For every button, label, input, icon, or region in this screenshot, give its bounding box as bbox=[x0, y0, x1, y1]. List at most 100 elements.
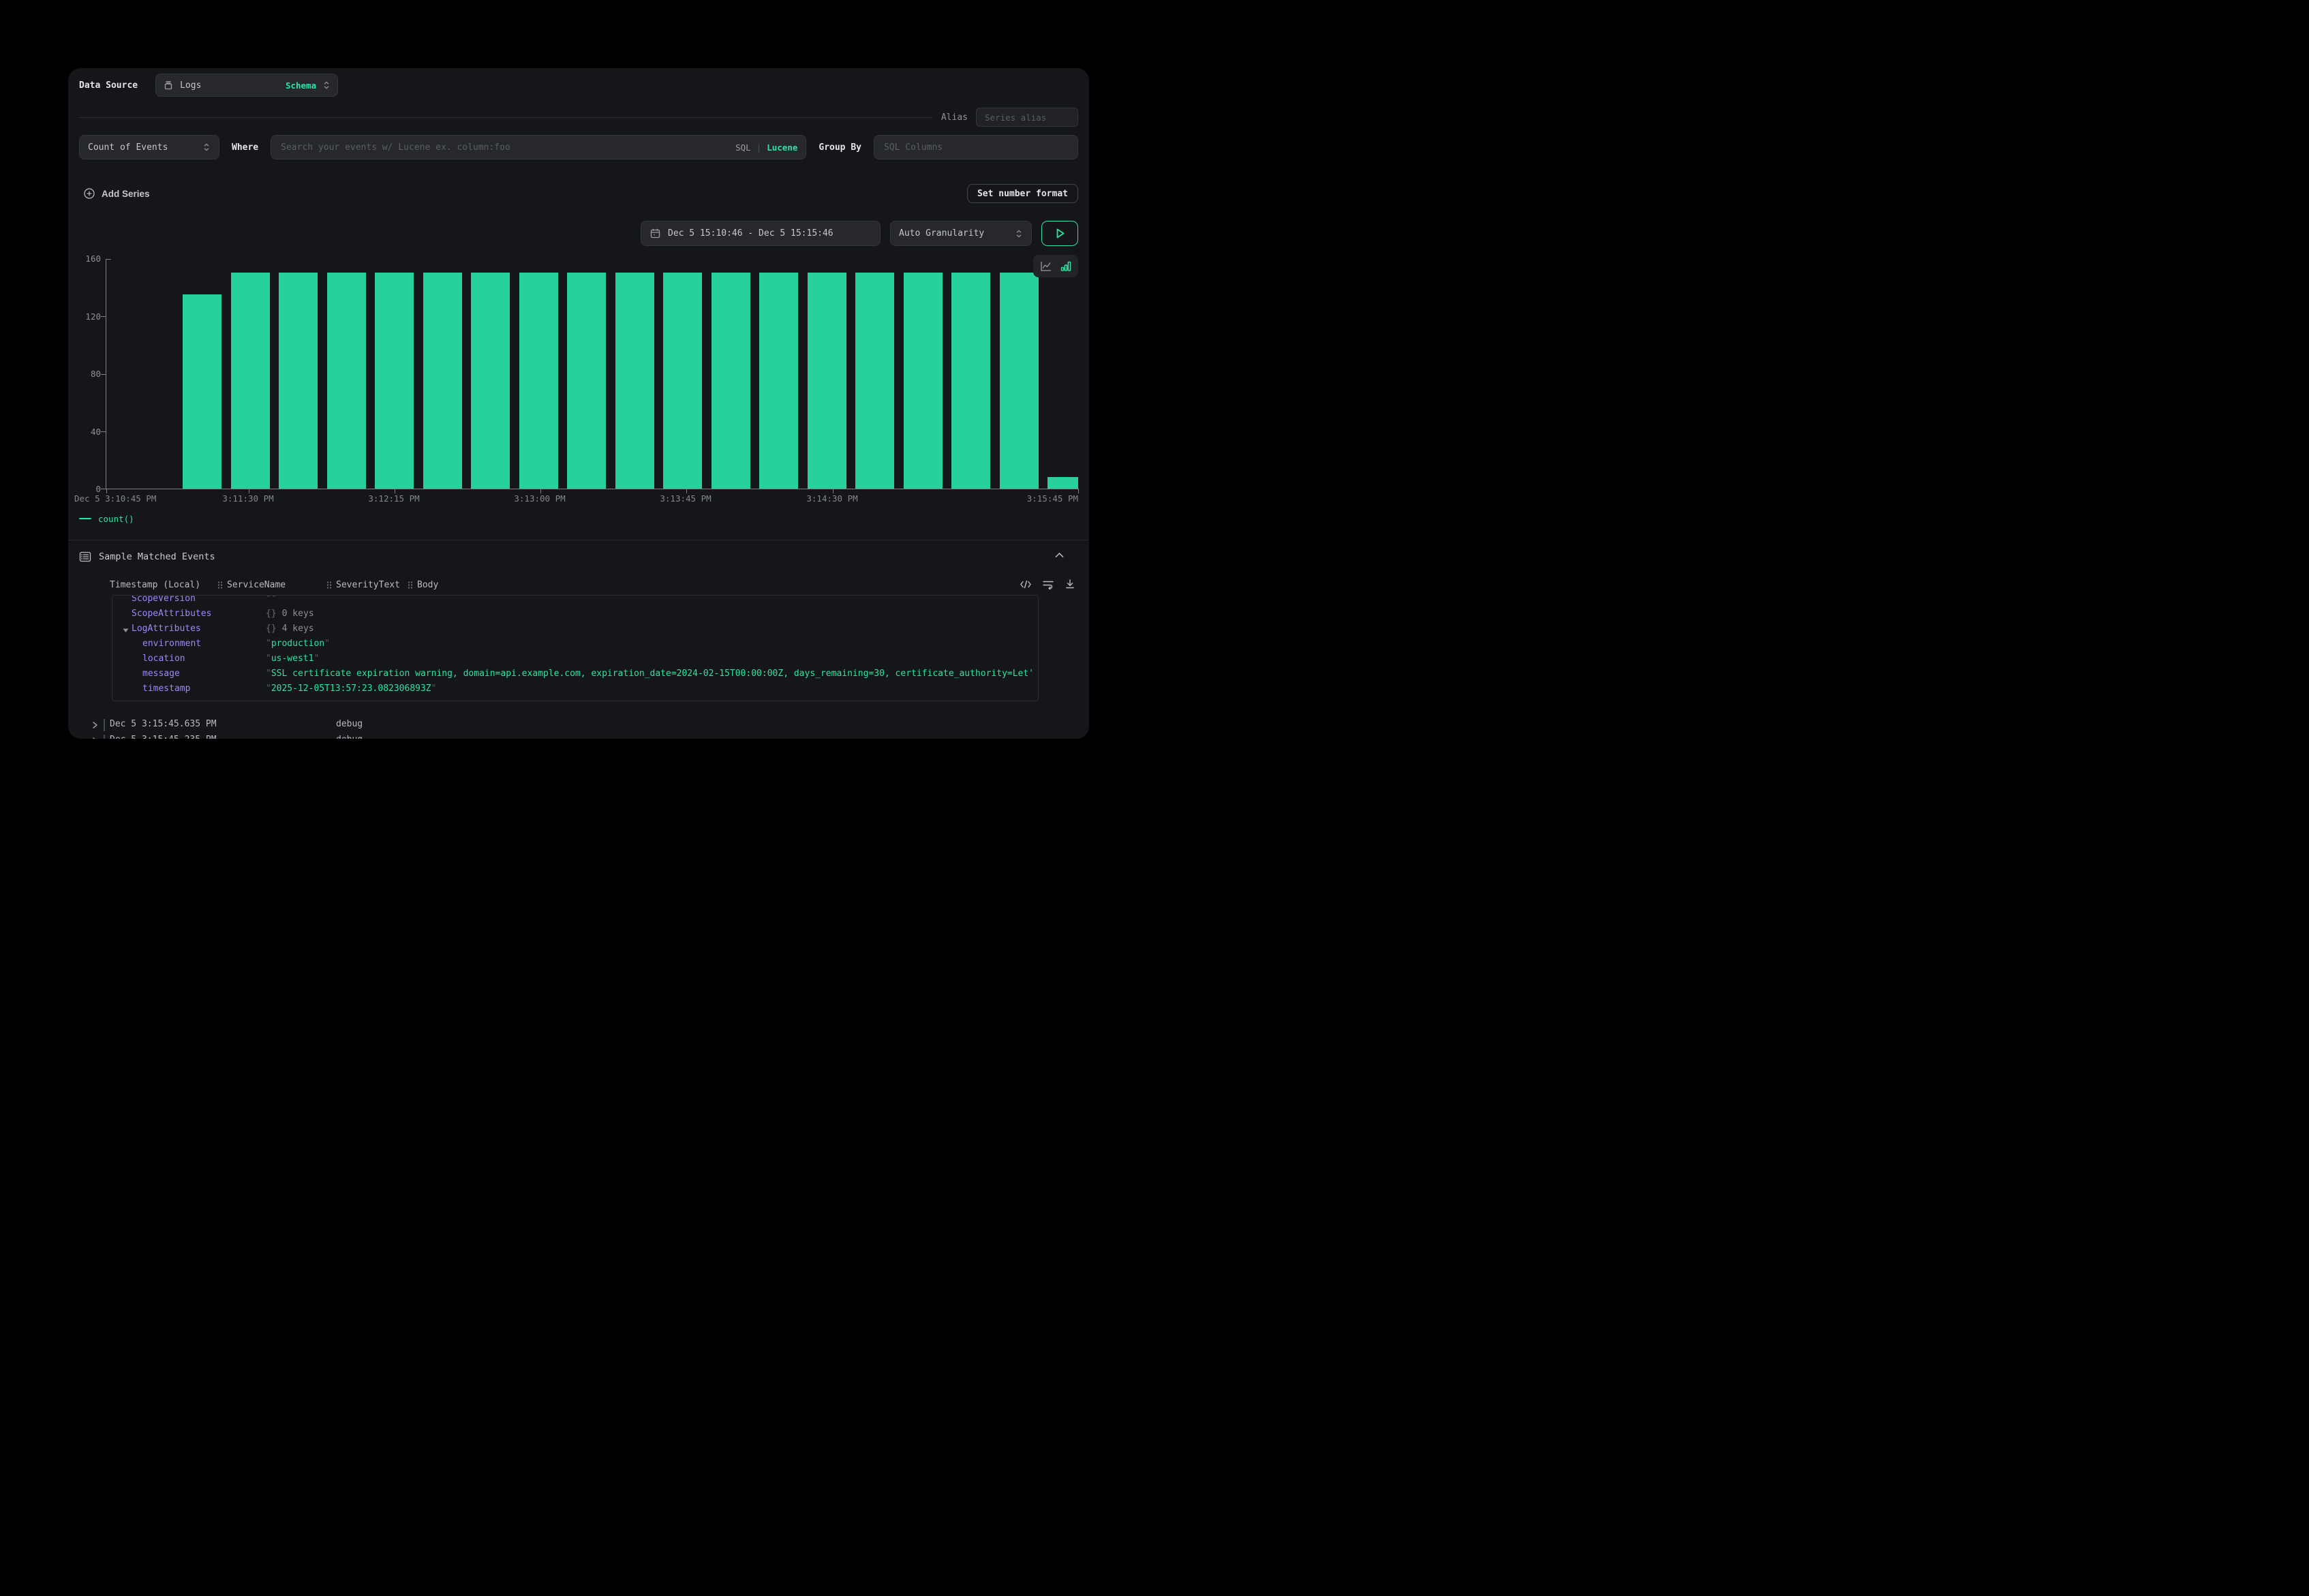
json-key[interactable]: ScopeVersion bbox=[132, 595, 196, 604]
table-header-icons bbox=[1020, 579, 1075, 589]
event-rows: Dec 5 3:15:45.635 PM debug Dec 5 3:15:45.2… bbox=[79, 718, 1078, 739]
collapse-triangle-icon[interactable] bbox=[123, 628, 129, 633]
severity-indicator-bar bbox=[104, 719, 105, 731]
sql-lucene-toggle[interactable]: SQL | Lucene bbox=[735, 142, 797, 153]
code-view-icon[interactable] bbox=[1020, 579, 1032, 589]
chart-bar bbox=[663, 273, 702, 489]
json-key[interactable]: timestamp bbox=[142, 684, 190, 694]
chart-bar bbox=[904, 273, 943, 489]
set-number-format-button[interactable]: Set number format bbox=[967, 184, 1078, 203]
chart-bar bbox=[951, 273, 990, 489]
expand-row-icon[interactable] bbox=[91, 737, 98, 739]
severity-indicator-bar bbox=[104, 735, 105, 739]
alias-row: Alias bbox=[79, 108, 1078, 127]
drag-handle-icon[interactable] bbox=[326, 581, 332, 589]
row-timestamp: Dec 5 3:15:45.635 PM bbox=[110, 719, 217, 729]
y-axis-label: 120 bbox=[68, 311, 101, 322]
where-label: Where bbox=[232, 142, 258, 153]
x-axis-label: 3:13:00 PM bbox=[514, 493, 565, 504]
sql-option[interactable]: SQL bbox=[735, 142, 751, 153]
chevron-updown-icon bbox=[322, 80, 331, 90]
json-key[interactable]: environment bbox=[142, 639, 201, 649]
column-header-severitytext[interactable]: SeverityText bbox=[326, 580, 400, 590]
chart-type-toggle bbox=[1033, 255, 1078, 277]
chart-bar bbox=[567, 273, 606, 489]
json-key[interactable]: message bbox=[142, 669, 180, 679]
aggregate-select[interactable]: Count of Events bbox=[79, 135, 219, 159]
group-by-label: Group By bbox=[819, 142, 861, 153]
chart-bar bbox=[1048, 477, 1078, 489]
json-key[interactable]: LogAttributes bbox=[132, 624, 201, 634]
expand-row-icon[interactable] bbox=[91, 721, 98, 729]
json-value: {}4 keys bbox=[266, 624, 1033, 634]
alias-label: Alias bbox=[941, 112, 968, 123]
expanded-event-json: ScopeVersion""ScopeAttributes{}0 keysLog… bbox=[112, 595, 1039, 701]
x-axis-tick bbox=[1078, 489, 1079, 493]
y-axis-label: 160 bbox=[68, 254, 101, 264]
y-axis-tick bbox=[101, 374, 106, 375]
time-controls-row: Dec 5 15:10:46 - Dec 5 15:15:46 Auto Gra… bbox=[79, 221, 1078, 246]
events-table-header: Timestamp (Local) ServiceName SeverityText… bbox=[79, 580, 1078, 591]
chart-bar bbox=[519, 273, 558, 489]
json-value: "2025-12-05T13:57:23.082306893Z" bbox=[266, 684, 1033, 694]
x-axis-label: 3:15:45 PM bbox=[1027, 493, 1078, 504]
search-input[interactable] bbox=[279, 142, 729, 153]
json-key[interactable]: ScopeAttributes bbox=[132, 609, 211, 619]
y-axis-label: 40 bbox=[68, 427, 101, 437]
drag-handle-icon[interactable] bbox=[408, 581, 413, 589]
legend-series-label: count() bbox=[98, 514, 134, 524]
column-header-servicename[interactable]: ServiceName bbox=[217, 580, 286, 590]
data-source-label: Data Source bbox=[79, 80, 138, 91]
alias-input-wrap bbox=[976, 108, 1078, 127]
chart-bar bbox=[615, 273, 654, 489]
column-header-body[interactable]: Body bbox=[408, 580, 438, 590]
row-severity: debug bbox=[336, 719, 363, 729]
chart-bar bbox=[1000, 273, 1039, 489]
x-axis-label: 3:11:30 PM bbox=[222, 493, 273, 504]
lucene-option[interactable]: Lucene bbox=[767, 142, 797, 153]
data-source-select[interactable]: Logs Schema bbox=[155, 74, 338, 97]
line-chart-icon[interactable] bbox=[1039, 260, 1053, 273]
json-key[interactable]: location bbox=[142, 654, 185, 664]
data-source-value: Logs bbox=[180, 80, 201, 91]
bar-chart-icon[interactable] bbox=[1060, 260, 1072, 273]
text-wrap-icon[interactable] bbox=[1042, 579, 1054, 589]
search-box: SQL | Lucene bbox=[271, 135, 806, 159]
schema-link[interactable]: Schema bbox=[286, 80, 316, 91]
drag-handle-icon[interactable] bbox=[217, 581, 223, 589]
run-query-button[interactable] bbox=[1041, 221, 1078, 246]
chart-bar bbox=[375, 273, 414, 489]
row-timestamp: Dec 5 3:15:45.235 PM bbox=[110, 735, 217, 739]
table-row: Dec 5 3:15:45.635 PM debug bbox=[79, 718, 1078, 733]
y-axis-label: 80 bbox=[68, 369, 101, 379]
x-axis-label: 3:14:30 PM bbox=[806, 493, 857, 504]
divider-line bbox=[79, 117, 933, 118]
x-axis-label: 3:12:15 PM bbox=[368, 493, 419, 504]
time-range-picker[interactable]: Dec 5 15:10:46 - Dec 5 15:15:46 bbox=[641, 221, 881, 246]
json-value: "us-west1" bbox=[266, 654, 1033, 664]
chart-bar bbox=[471, 273, 510, 489]
chart-legend: count() bbox=[79, 512, 1078, 525]
x-axis-label: 3:13:45 PM bbox=[660, 493, 711, 504]
chart-bar bbox=[808, 273, 846, 489]
column-header-timestamp-local-[interactable]: Timestamp (Local) bbox=[110, 580, 200, 590]
add-series-button[interactable]: Add Series bbox=[79, 187, 154, 200]
play-icon bbox=[1054, 227, 1066, 240]
logs-source-icon bbox=[163, 80, 174, 91]
chevron-updown-icon bbox=[202, 142, 211, 152]
group-by-input[interactable] bbox=[883, 142, 1069, 153]
chart-plot: 04080120160 bbox=[106, 259, 1078, 489]
chart-bar bbox=[279, 273, 318, 489]
alias-input[interactable] bbox=[983, 112, 1071, 123]
y-axis-label: 0 bbox=[68, 484, 101, 494]
sample-events-title: Sample Matched Events bbox=[99, 551, 215, 562]
granularity-select[interactable]: Auto Granularity bbox=[890, 221, 1032, 246]
list-icon bbox=[79, 551, 91, 562]
json-row-ScopeAttributes: ScopeAttributes{}0 keys bbox=[112, 607, 1038, 622]
chevron-updown-icon bbox=[1015, 229, 1023, 239]
x-axis-label: Dec 5 3:10:45 PM bbox=[74, 493, 156, 504]
json-value: "production" bbox=[266, 639, 1033, 649]
download-icon[interactable] bbox=[1065, 579, 1075, 589]
query-editor-panel: Data Source Logs Schema Alias Count of E… bbox=[68, 68, 1089, 739]
chevron-up-icon[interactable] bbox=[1054, 552, 1065, 558]
